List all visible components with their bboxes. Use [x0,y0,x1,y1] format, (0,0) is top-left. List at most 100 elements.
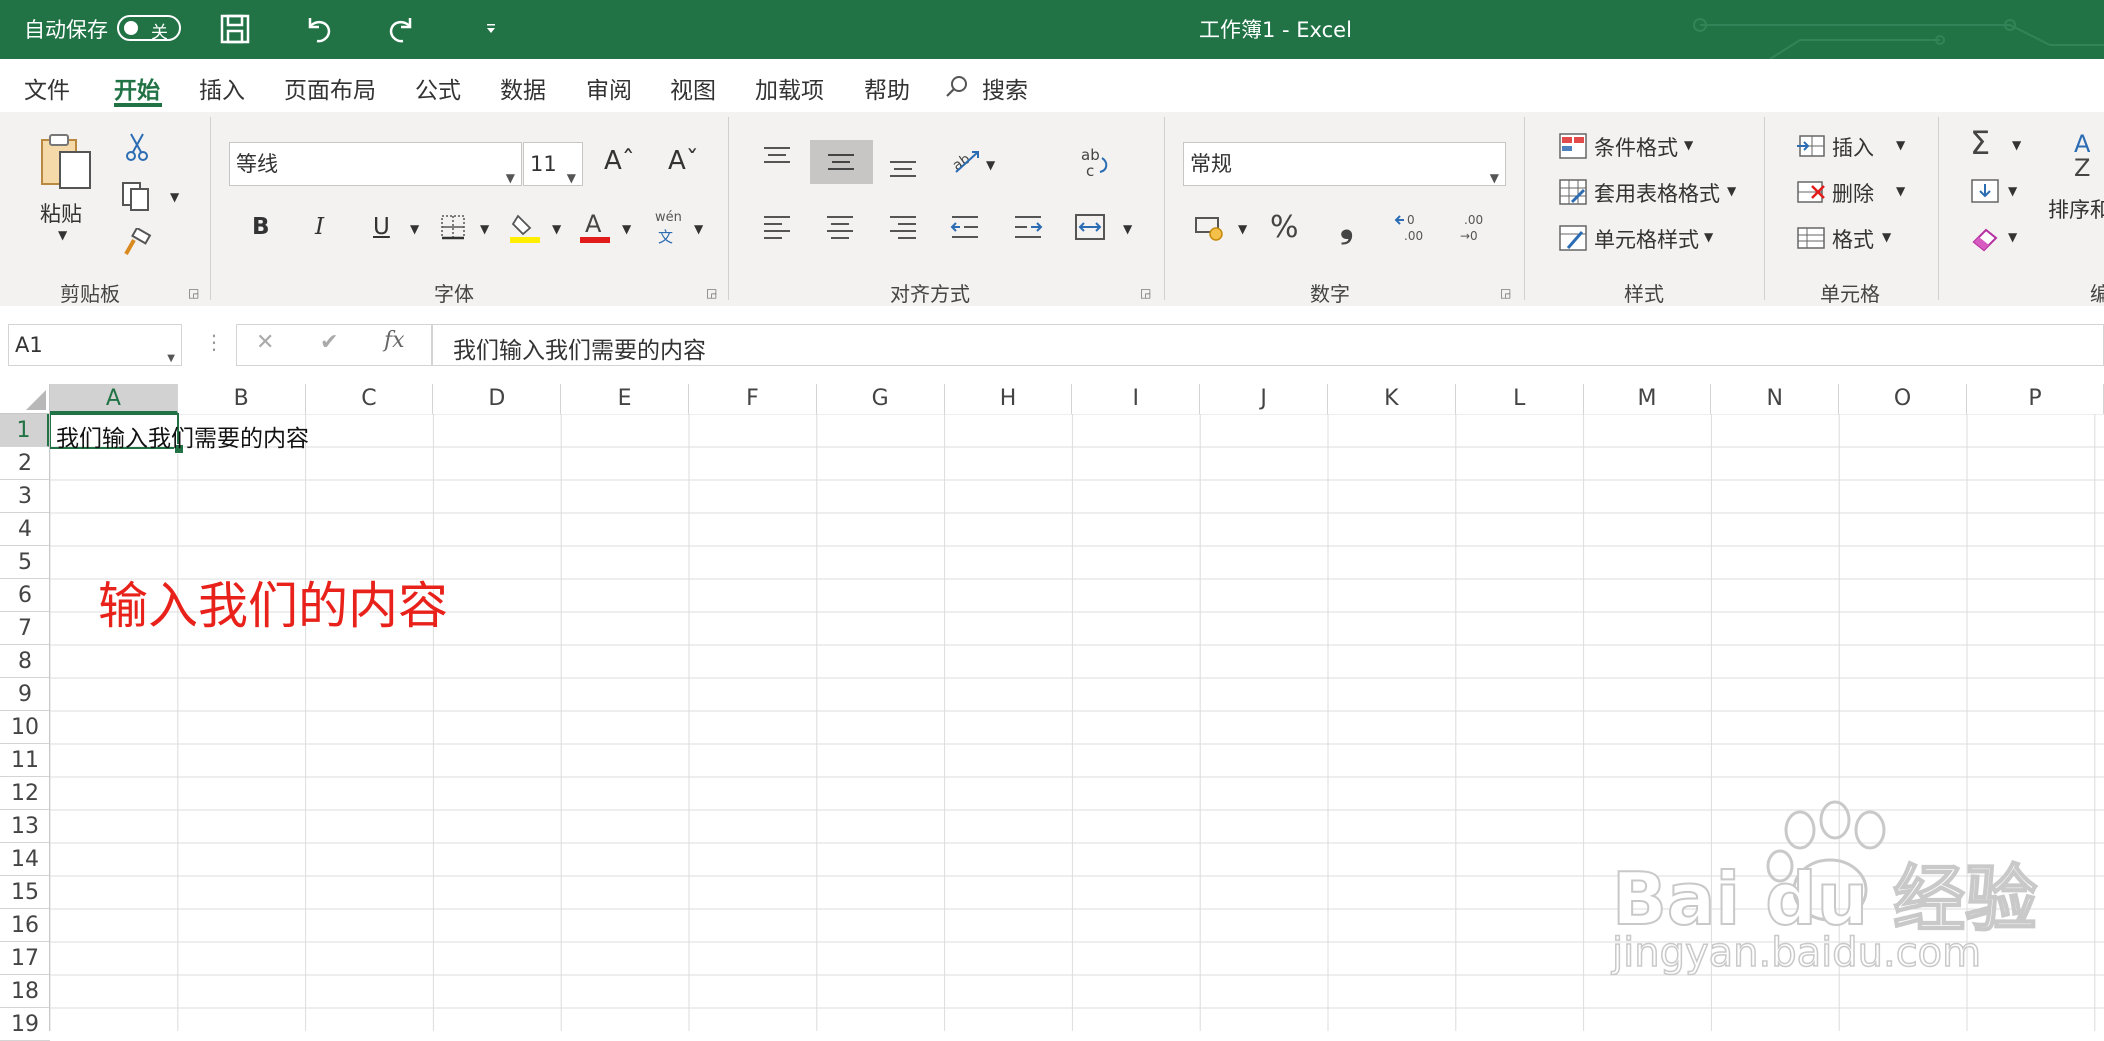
chevron-down-icon[interactable]: ▼ [1882,230,1891,244]
row-header-1[interactable]: 1 [0,414,50,447]
chevron-down-icon[interactable]: ▼ [1896,184,1905,198]
align-right-icon[interactable] [888,214,918,240]
orientation-dropdown-icon[interactable]: ▼ [986,158,995,172]
format-as-table-label[interactable]: 套用表格格式 [1594,178,1720,208]
font-color-icon[interactable]: A [580,210,610,244]
column-header-e[interactable]: E [561,384,689,414]
font-size-select[interactable]: 11 ▼ [523,142,583,186]
underline-dropdown-icon[interactable]: ▼ [410,222,419,236]
select-all-icon[interactable] [0,384,50,414]
grip-icon[interactable]: ⋮ [204,330,224,354]
row-header-2[interactable]: 2 [0,447,50,480]
delete-cells-label[interactable]: 删除 [1832,178,1874,208]
tab-page-layout[interactable]: 页面布局 [284,71,376,105]
column-header-g[interactable]: G [816,384,945,414]
align-top-icon[interactable] [762,146,792,170]
format-cells-label[interactable]: 格式 [1832,224,1874,254]
decrease-font-icon[interactable]: Aˇ [668,146,699,176]
tab-data[interactable]: 数据 [500,71,546,105]
row-header-14[interactable]: 14 [0,843,50,876]
percent-button[interactable]: % [1270,210,1299,245]
tab-formulas[interactable]: 公式 [415,71,461,105]
formula-input[interactable]: 我们输入我们需要的内容 [432,324,2104,366]
row-header-12[interactable]: 12 [0,777,50,810]
row-header-11[interactable]: 11 [0,744,50,777]
row-header-13[interactable]: 13 [0,810,50,843]
italic-button[interactable]: I [315,214,324,240]
cell-styles-label[interactable]: 单元格样式 [1594,224,1699,254]
format-cells-icon[interactable] [1796,224,1826,252]
cut-icon[interactable] [124,132,150,162]
insert-cells-label[interactable]: 插入 [1832,132,1874,162]
tab-file[interactable]: 文件 [24,71,70,105]
phonetic-bottom[interactable]: 文 [658,226,673,247]
save-icon[interactable] [218,12,252,46]
row-header-18[interactable]: 18 [0,975,50,1008]
alignment-launcher-icon[interactable]: ◲ [1140,286,1151,300]
comma-style-button[interactable]: ❟ [1340,206,1353,246]
paste-label[interactable]: 粘贴 [40,198,82,228]
column-header-k[interactable]: K [1328,384,1456,414]
decrease-decimal-icon[interactable]: .00 →0 [1456,210,1490,244]
cell-a1[interactable]: 我们输入我们需要的内容 [56,419,309,453]
merge-dropdown-icon[interactable]: ▼ [1123,222,1132,236]
phonetic-dropdown-icon[interactable]: ▼ [694,222,703,236]
fill-color-icon[interactable] [510,210,540,244]
decrease-indent-icon[interactable] [950,214,980,240]
row-header-16[interactable]: 16 [0,909,50,942]
align-center-icon[interactable] [825,214,855,240]
chevron-down-icon[interactable]: ▼ [1684,138,1693,152]
delete-cells-icon[interactable] [1796,178,1826,206]
increase-decimal-icon[interactable]: 0 .00 [1394,210,1428,244]
row-header-17[interactable]: 17 [0,942,50,975]
increase-font-icon[interactable]: Aˆ [604,146,635,176]
format-painter-icon[interactable] [122,228,152,258]
column-header-a[interactable]: A [50,384,178,414]
column-header-d[interactable]: D [433,384,562,414]
underline-button[interactable]: U [373,214,390,240]
cell-styles-icon[interactable] [1558,224,1588,252]
insert-cells-icon[interactable] [1796,132,1826,160]
chevron-down-icon[interactable]: ▼ [2008,230,2017,244]
clipboard-launcher-icon[interactable]: ◲ [188,286,199,300]
row-header-9[interactable]: 9 [0,678,50,711]
clear-icon[interactable] [1970,224,2000,252]
font-name-select[interactable]: 等线 ▼ [229,142,522,186]
orientation-icon[interactable]: ab [950,146,984,176]
paste-dropdown-icon[interactable]: ▼ [58,228,67,242]
column-header-j[interactable]: J [1200,384,1328,414]
column-header-h[interactable]: H [944,384,1073,414]
chevron-down-icon[interactable]: ▼ [1896,138,1905,152]
tab-insert[interactable]: 插入 [199,71,245,105]
borders-dropdown-icon[interactable]: ▼ [480,222,489,236]
conditional-format-label[interactable]: 条件格式 [1594,132,1678,162]
copy-icon[interactable] [120,180,152,212]
row-header-5[interactable]: 5 [0,546,50,579]
row-header-3[interactable]: 3 [0,480,50,513]
autosum-icon[interactable]: Σ [1970,124,1990,162]
sort-filter-label[interactable]: 排序和 [2048,194,2104,224]
row-header-7[interactable]: 7 [0,612,50,645]
align-left-icon[interactable] [762,214,792,240]
tab-home[interactable]: 开始 [114,71,160,105]
name-box[interactable]: A1 ▼ [8,324,182,366]
fill-icon[interactable] [1970,178,2000,206]
search-icon[interactable] [944,74,970,100]
undo-icon[interactable] [302,12,336,46]
column-header-o[interactable]: O [1839,384,1967,414]
number-format-select[interactable]: 常规 ▼ [1183,142,1506,186]
autosave-toggle[interactable]: 关 [117,15,181,43]
tab-view[interactable]: 视图 [670,71,716,105]
chevron-down-icon[interactable]: ▼ [2008,184,2017,198]
row-header-10[interactable]: 10 [0,711,50,744]
row-header-6[interactable]: 6 [0,579,50,612]
accounting-format-icon[interactable] [1194,214,1226,242]
merge-center-icon[interactable] [1074,212,1106,242]
redo-icon[interactable] [384,12,418,46]
number-launcher-icon[interactable]: ◲ [1500,286,1511,300]
column-header-i[interactable]: I [1072,384,1201,414]
tab-help[interactable]: 帮助 [864,71,910,105]
column-header-b[interactable]: B [177,384,306,414]
bold-button[interactable]: B [252,214,270,240]
column-header-c[interactable]: C [305,384,434,414]
